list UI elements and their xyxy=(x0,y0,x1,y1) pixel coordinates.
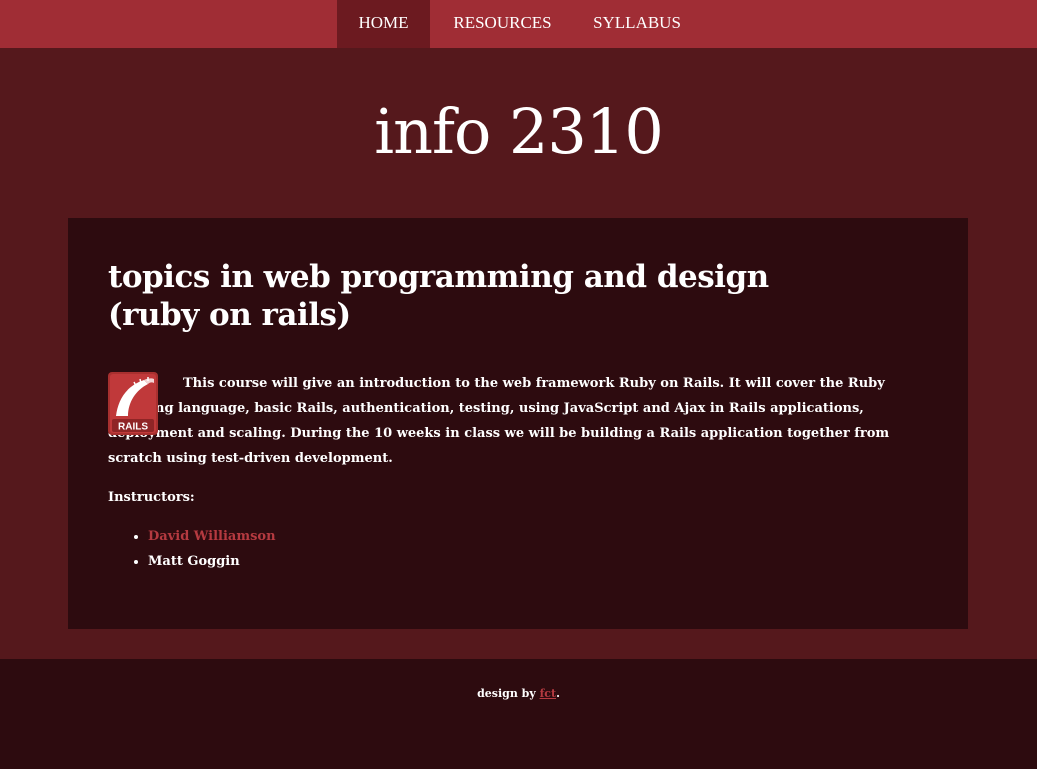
list-item: David Williamson xyxy=(148,524,276,549)
rails-logo-icon: RAILS xyxy=(108,372,158,435)
heading-line-1: topics in web programming and design xyxy=(108,259,769,295)
instructors-label: Instructors: xyxy=(108,490,195,505)
instructor-link-david-williamson[interactable]: David Williamson xyxy=(148,529,276,544)
rails-logo-text: RAILS xyxy=(118,422,148,433)
footer-designer-link[interactable]: fct xyxy=(540,687,557,700)
footer-credit: design by fct. xyxy=(0,687,1037,700)
footer-prefix: design by xyxy=(477,687,540,700)
site-title: info 2310 xyxy=(374,95,664,168)
heading-line-2: (ruby on rails) xyxy=(108,297,351,333)
instructors-list: David Williamson Matt Goggin xyxy=(108,524,276,574)
nav-syllabus[interactable]: SYLLABUS xyxy=(578,0,696,48)
top-nav: HOME RESOURCES SYLLABUS xyxy=(0,0,1037,48)
page-heading: topics in web programming and design (ru… xyxy=(108,258,928,334)
list-item: Matt Goggin xyxy=(148,549,276,574)
footer: design by fct. xyxy=(0,659,1037,769)
nav-home[interactable]: HOME xyxy=(337,0,430,48)
course-intro: This course will give an introduction to… xyxy=(108,376,890,466)
content-panel: topics in web programming and design (ru… xyxy=(68,218,968,629)
instructor-name-matt-goggin: Matt Goggin xyxy=(148,554,240,569)
nav-resources[interactable]: RESOURCES xyxy=(440,0,565,48)
footer-suffix: . xyxy=(556,687,560,700)
